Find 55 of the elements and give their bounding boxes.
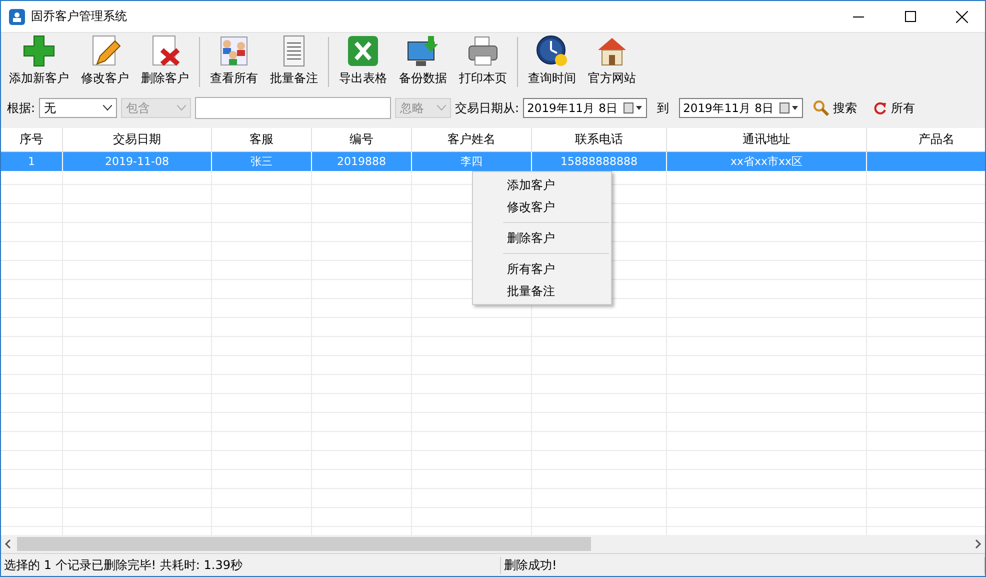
toolbar-button[interactable]: 查看所有 [204,34,264,93]
table-cell: 2019-11-08 [63,152,212,171]
column-header[interactable]: 交易日期 [63,128,212,152]
toolbar-button[interactable]: 导出表格 [333,34,393,93]
column-header[interactable]: 序号 [1,128,63,152]
table-cell: 1 [1,152,63,171]
printer-icon [466,34,500,68]
column-header[interactable]: 客户姓名 [412,128,532,152]
menu-item[interactable]: 添加客户 [473,174,611,196]
table-cell: 15888888888 [532,152,667,171]
menu-item[interactable]: 所有客户 [473,258,611,280]
date-to-picker[interactable]: 2019年11月 8日 [679,98,804,118]
maximize-icon [904,11,916,22]
column-header[interactable]: 客服 [212,128,312,152]
app-logo-icon [9,8,25,24]
table-cell: 李四 [412,152,532,171]
table-cell: 张三 [212,152,312,171]
refresh-icon [873,101,888,115]
search-icon [813,100,830,116]
close-icon [956,10,968,22]
date-from-picker[interactable]: 2019年11月 8日 [523,98,648,118]
toolbar-button[interactable]: 官方网站 [582,34,642,93]
calendar-icon [779,102,800,114]
column-header[interactable]: 联系电话 [532,128,667,152]
toolbar-button[interactable]: 删除客户 [135,34,195,93]
toolbar-button[interactable]: 打印本页 [453,34,513,93]
filter-label: 根据: [7,100,36,116]
toolbar-button[interactable]: 查询时间 [522,34,582,93]
toolbar-button[interactable]: 添加新客户 [3,34,75,93]
menu-item[interactable]: 修改客户 [473,196,611,218]
table-cell: xx省xx市xx区 [667,152,867,171]
calendar-icon [623,102,644,114]
minimize-icon [852,16,864,18]
status-message: 选择的 1 个记录已删除完毕! 共耗时: 1.39秒 [1,556,501,574]
toolbar-button[interactable]: 备份数据 [393,34,453,93]
table-cell: 2019888 [312,152,412,171]
plus-icon [22,34,56,68]
toolbar-button[interactable]: 批量备注 [264,34,324,93]
date-to-label: 到 [657,100,670,116]
search-button[interactable]: 搜索 [807,100,864,116]
column-header[interactable]: 编号 [312,128,412,152]
spreadsheet-icon [346,34,380,68]
window-title: 固乔客户管理系统 [31,8,128,25]
status-result: 删除成功! [501,556,985,574]
field-dropdown[interactable]: 无 [39,98,118,118]
menu-item[interactable]: 批量备注 [473,280,611,302]
show-all-button[interactable]: 所有 [867,100,922,116]
scrollbar-thumb[interactable] [17,537,591,551]
toolbar-button[interactable]: 修改客户 [75,34,135,93]
monitor-download-icon [406,34,440,68]
menu-item[interactable]: 删除客户 [473,227,611,249]
date-from-label: 交易日期从: [455,100,520,116]
column-header[interactable]: 通讯地址 [667,128,867,152]
clock-icon [535,34,569,68]
search-field[interactable] [195,97,392,119]
